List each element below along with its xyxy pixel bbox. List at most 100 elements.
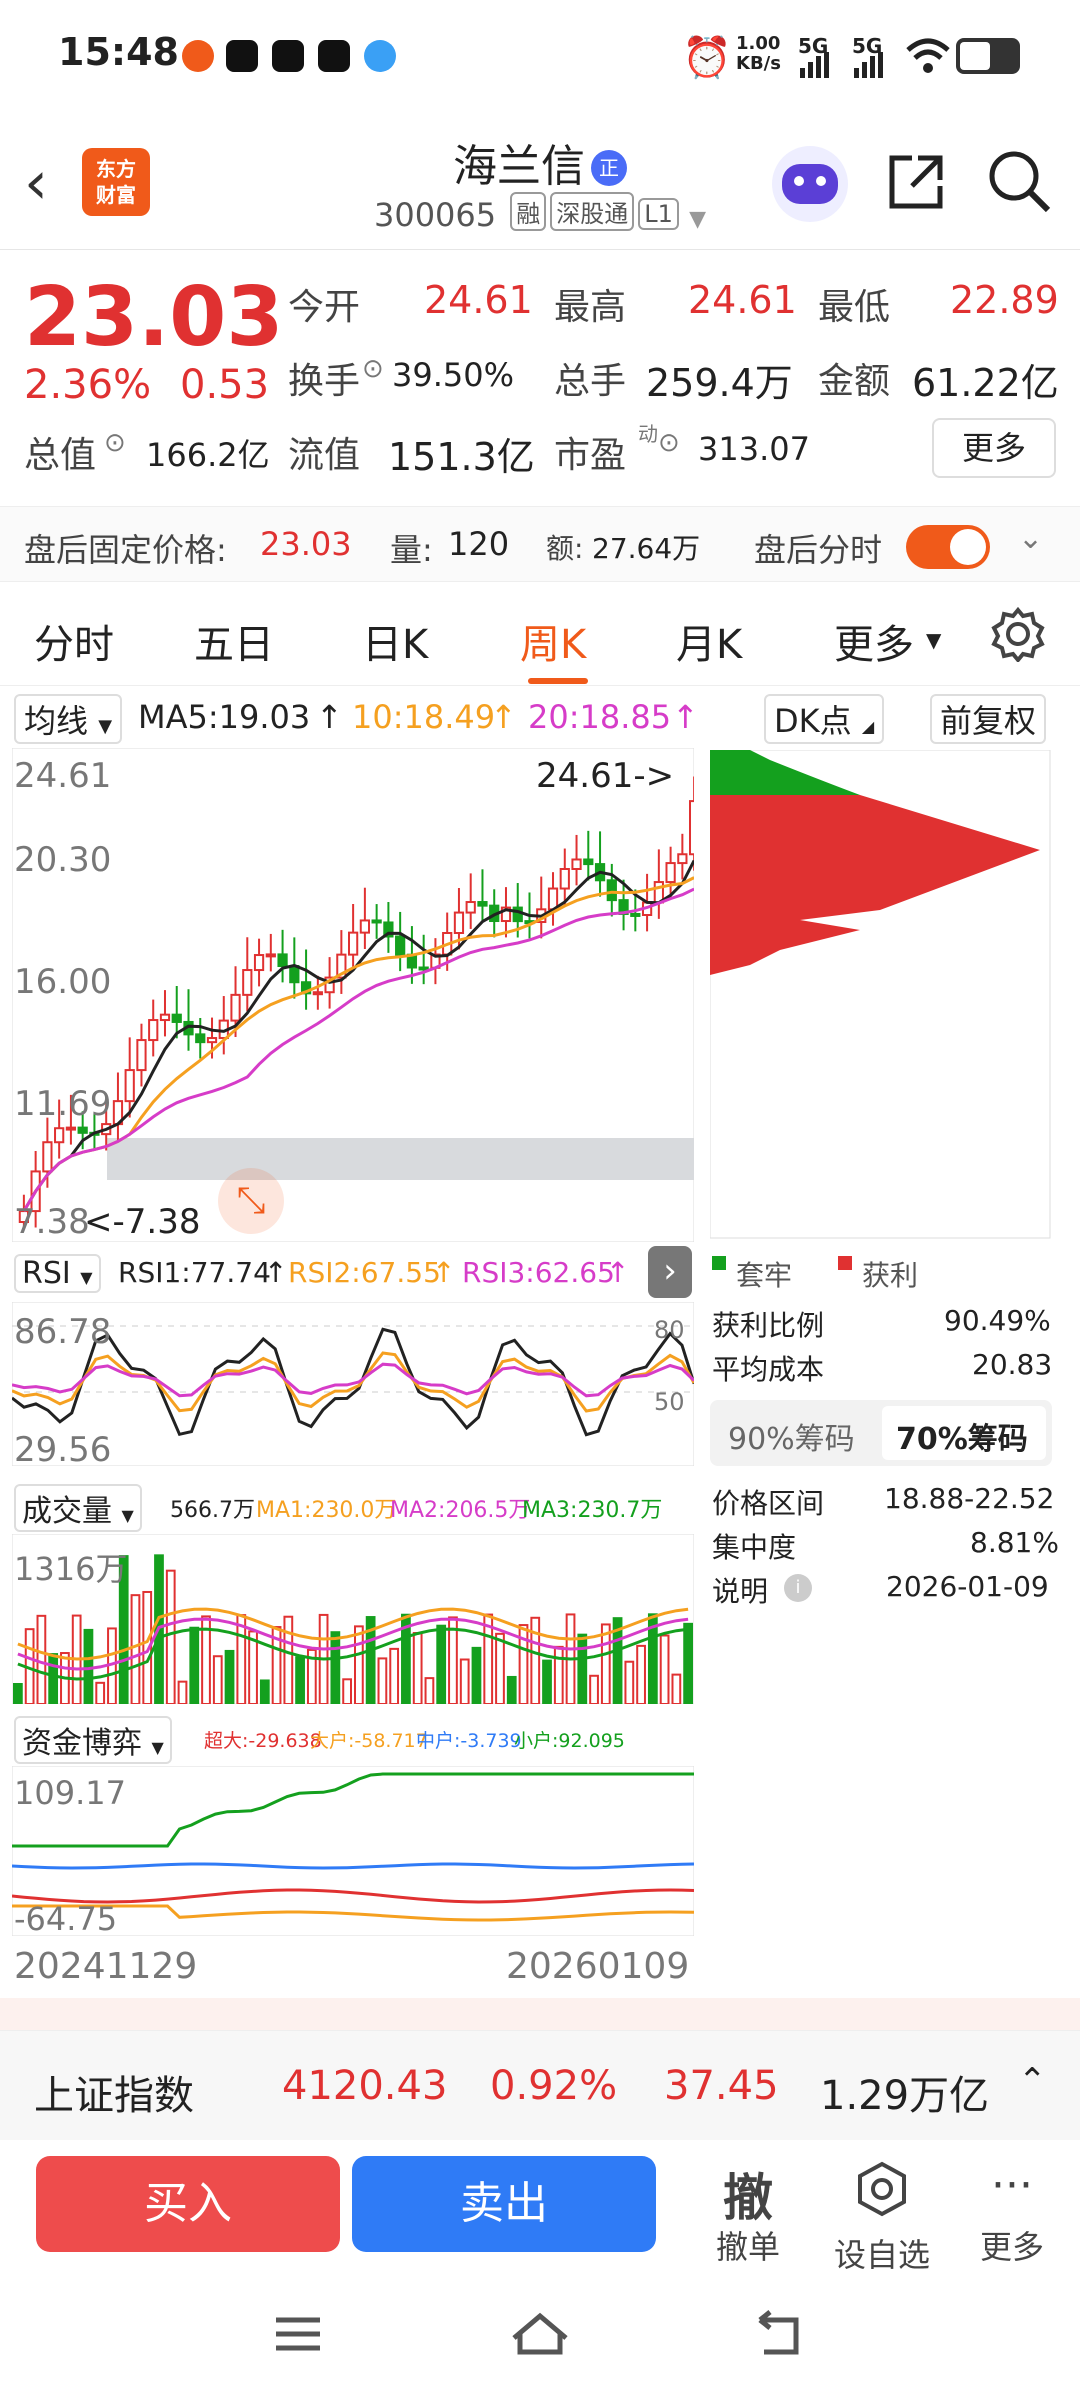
tab-weekly-k[interactable]: 周K — [520, 612, 586, 670]
info-icon[interactable]: ⊙ — [362, 354, 384, 384]
volume-ma1: MA1:230.0万 — [256, 1498, 397, 1523]
rsi-chart[interactable] — [12, 1302, 694, 1466]
capital-super: 超大:-29.638 — [204, 1730, 322, 1752]
pe-value: 313.07 — [698, 430, 810, 468]
volume-bar — [330, 1631, 341, 1704]
y-label: 20.30 — [14, 840, 112, 880]
note-date: 2026-01-09 — [886, 1570, 1049, 1603]
info-icon[interactable]: i — [784, 1574, 812, 1602]
tab-monthly-k[interactable]: 月K — [676, 612, 742, 670]
menu-icon[interactable] — [272, 2314, 324, 2354]
max-price-marker: 24.61-> — [536, 756, 675, 796]
index-bar[interactable]: 上证指数 4120.43 0.92% 37.45 1.29万亿 ⌃ — [0, 2030, 1080, 2140]
volume-bar — [13, 1683, 23, 1704]
chevron-up-icon[interactable]: ⌃ — [1018, 2061, 1047, 2101]
home-icon[interactable] — [508, 2310, 572, 2358]
more-quote-button[interactable]: 更多 — [932, 418, 1056, 478]
expand-icon[interactable]: ⤡ — [218, 1168, 284, 1234]
info-icon[interactable]: ⊙ — [658, 428, 680, 458]
chevron-right-icon[interactable]: › — [648, 1246, 692, 1298]
after-hours-bar: 盘后固定价格: 23.03 量: 120 额: 27.64万 盘后分时 ⌄ — [0, 506, 1080, 582]
tag-margin: 融 — [510, 192, 547, 231]
candle — [677, 853, 688, 865]
share-icon[interactable] — [884, 150, 948, 214]
current-price: 23.03 — [24, 270, 284, 365]
low-value: 22.89 — [950, 278, 1059, 322]
battery-icon — [956, 38, 1020, 74]
ma-selector[interactable]: 均线 ▼ — [14, 694, 123, 744]
kline-chart[interactable] — [12, 748, 694, 1242]
rsi-bottom-label: 29.56 — [14, 1430, 112, 1470]
end-date: 20260109 — [506, 1946, 690, 1987]
turnover-label: 换手 — [288, 361, 361, 402]
stock-code: 300065 — [373, 196, 497, 234]
volume-bar — [342, 1678, 353, 1704]
volume-bar — [683, 1622, 694, 1704]
note-label: 说明 — [712, 1575, 769, 1608]
tab-chip-70[interactable]: 70%筹码 — [882, 1406, 1046, 1460]
buy-button[interactable]: 买入 — [36, 2156, 340, 2252]
cancel-order-button[interactable]: 撤 撤单 — [688, 2158, 808, 2268]
more-button[interactable]: ··· 更多 — [952, 2158, 1072, 2268]
rsi-selector[interactable]: RSI ▼ — [14, 1254, 101, 1293]
min-price-marker: <-7.38 — [84, 1202, 201, 1242]
candle — [665, 862, 676, 884]
candle — [571, 858, 582, 870]
price-range-value: 18.88-22.52 — [884, 1482, 1055, 1515]
volume-bar — [671, 1673, 682, 1704]
profit-ratio-label: 获利比例 — [712, 1309, 825, 1342]
signal-bars-icon — [800, 52, 883, 78]
search-icon[interactable] — [986, 148, 1052, 214]
tab-minute[interactable]: 分时 — [34, 612, 114, 670]
ai-assistant-avatar[interactable] — [772, 146, 848, 222]
candle — [312, 991, 323, 996]
volume-bar — [95, 1681, 106, 1704]
add-watchlist-button[interactable]: 设自选 — [822, 2158, 942, 2276]
capital-small: 小户:92.095 — [514, 1730, 625, 1752]
app-notification-icon — [364, 40, 396, 72]
candle — [453, 911, 465, 935]
after-hours-toggle-label: 盘后分时 — [754, 531, 883, 569]
volume-bar — [377, 1657, 388, 1704]
after-hours-amt-label: 额: — [546, 532, 584, 565]
y-label-max: 24.61 — [14, 756, 112, 796]
tiktok-icon — [226, 40, 258, 72]
volume-bar — [436, 1624, 447, 1704]
candle — [124, 1069, 135, 1103]
gear-icon[interactable] — [990, 606, 1046, 662]
adjust-button[interactable]: 前复权 — [930, 694, 1047, 744]
volume-ma2: MA2:206.5万 — [390, 1498, 531, 1523]
support-zone — [107, 1138, 694, 1180]
volume-bar — [600, 1623, 611, 1704]
volume-bar — [495, 1632, 505, 1704]
tab-daily-k[interactable]: 日K — [362, 612, 428, 670]
tab-five-day[interactable]: 五日 — [194, 612, 274, 670]
open-label: 今开 — [288, 287, 361, 328]
after-hours-toggle[interactable] — [906, 525, 990, 569]
capital-selector[interactable]: 资金博弈 ▼ — [14, 1716, 172, 1764]
ma5-value: MA5:19.03 — [138, 698, 311, 736]
back-icon[interactable] — [752, 2310, 808, 2358]
rsi1-value: RSI1:77.74 — [118, 1256, 271, 1289]
chevron-down-icon[interactable]: ⌄ — [1018, 521, 1043, 556]
trade-bar: 买入 卖出 撤 撤单 设自选 ··· 更多 — [0, 2140, 1080, 2274]
sell-button[interactable]: 卖出 — [352, 2156, 656, 2252]
info-icon[interactable]: ⊙ — [104, 428, 126, 458]
volume-bar — [577, 1633, 588, 1704]
tab-more[interactable]: 更多 — [834, 612, 914, 670]
volume-bar — [412, 1632, 423, 1704]
tab-chip-90[interactable]: 90%筹码 — [728, 1414, 855, 1458]
candle — [136, 1039, 147, 1072]
dk-point-button[interactable]: DK点 ◢ — [764, 694, 885, 744]
volume-bar — [424, 1677, 435, 1704]
app-notification-icon — [182, 40, 214, 72]
chip-tabs: 90%筹码 70%筹码 — [710, 1400, 1052, 1466]
candle — [371, 919, 382, 924]
volume-bar — [165, 1569, 176, 1704]
candle — [42, 1141, 53, 1173]
candle — [289, 965, 300, 984]
index-change: 37.45 — [664, 2063, 779, 2109]
pe-sup: 动 — [638, 422, 658, 446]
mcap-value: 166.2亿 — [146, 436, 270, 474]
volume-selector[interactable]: 成交量 ▼ — [14, 1484, 142, 1532]
